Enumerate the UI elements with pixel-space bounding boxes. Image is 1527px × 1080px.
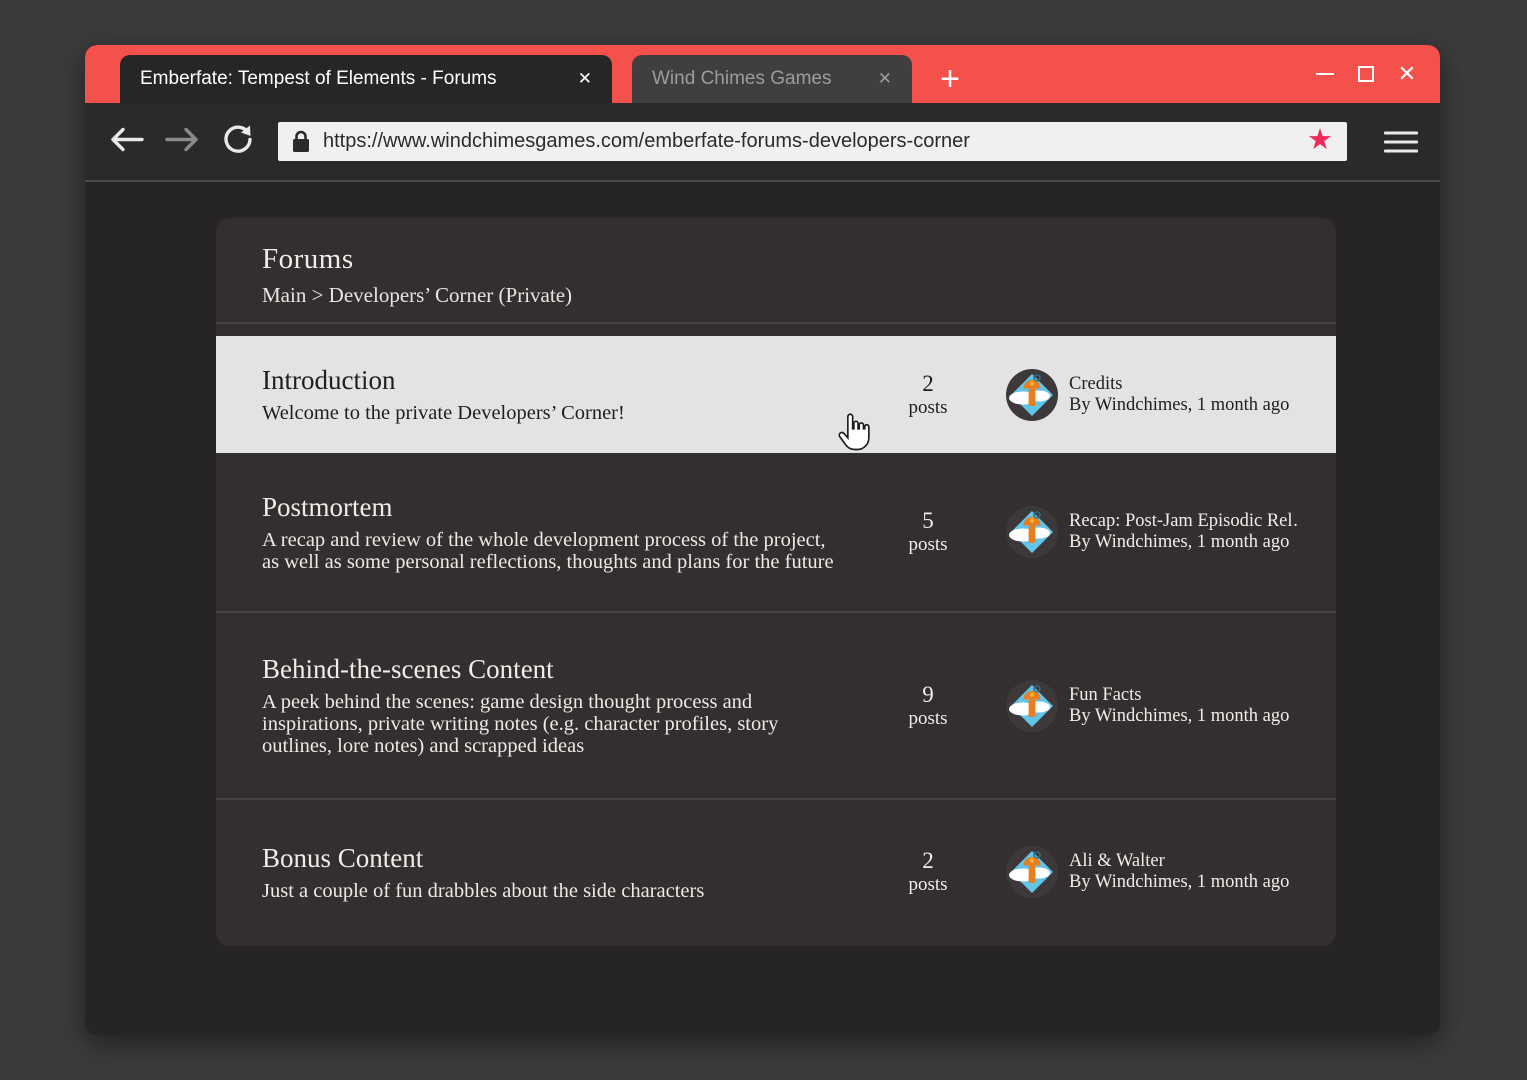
windchimes-avatar	[1006, 369, 1058, 421]
reload-icon	[221, 122, 255, 156]
latest-post[interactable]: Fun Facts By Windchimes, 1 month ago	[1006, 680, 1300, 732]
back-button[interactable]	[108, 126, 146, 157]
window-controls: ✕	[1310, 45, 1422, 103]
breadcrumb[interactable]: Main > Developers’ Corner (Private)	[262, 283, 1290, 308]
latest-post-byline: By Windchimes, 1 month ago	[1069, 872, 1289, 893]
latest-post-byline: By Windchimes, 1 month ago	[1069, 706, 1289, 727]
new-tab-button[interactable]: +	[930, 55, 970, 103]
lock-icon	[292, 130, 310, 153]
post-count-number: 9	[864, 682, 992, 708]
post-count: 2 posts	[864, 848, 992, 896]
latest-post-title[interactable]: Fun Facts	[1069, 685, 1289, 706]
forum-description: A peek behind the scenes: game design th…	[262, 691, 840, 757]
forums-card: Forums Main > Developers’ Corner (Privat…	[216, 218, 1336, 946]
maximize-icon	[1358, 66, 1374, 82]
tab-close-icon[interactable]: ✕	[878, 69, 892, 89]
latest-post-title[interactable]: Credits	[1069, 374, 1289, 395]
close-icon: ✕	[1398, 63, 1416, 85]
forums-header: Forums Main > Developers’ Corner (Privat…	[216, 218, 1336, 324]
latest-post-title[interactable]: Ali & Walter	[1069, 851, 1289, 872]
divider	[216, 324, 1336, 336]
windchimes-avatar	[1006, 680, 1058, 732]
browser-window: Emberfate: Tempest of Elements - Forums …	[85, 45, 1440, 1035]
maximize-button[interactable]	[1351, 59, 1381, 89]
forum-title[interactable]: Introduction	[262, 365, 840, 396]
tab-emberfate-forums[interactable]: Emberfate: Tempest of Elements - Forums …	[120, 55, 612, 103]
hamburger-icon	[1384, 149, 1418, 152]
post-count: 9 posts	[864, 682, 992, 730]
latest-post-byline: By Windchimes, 1 month ago	[1069, 532, 1300, 553]
post-count-label: posts	[864, 874, 992, 896]
latest-post[interactable]: Credits By Windchimes, 1 month ago	[1006, 369, 1300, 421]
url-text[interactable]: https://www.windchimesgames.com/emberfat…	[323, 130, 1294, 153]
forum-title[interactable]: Postmortem	[262, 492, 840, 523]
latest-post-title[interactable]: Recap: Post-Jam Episodic Rel…	[1069, 511, 1300, 532]
post-count-label: posts	[864, 708, 992, 730]
browser-navbar: https://www.windchimesgames.com/emberfat…	[85, 103, 1440, 182]
minimize-icon	[1316, 73, 1334, 75]
post-count-number: 5	[864, 508, 992, 534]
latest-post[interactable]: Ali & Walter By Windchimes, 1 month ago	[1006, 846, 1300, 898]
forum-row-postmortem[interactable]: Postmortem A recap and review of the who…	[216, 453, 1336, 611]
url-bar[interactable]: https://www.windchimesgames.com/emberfat…	[278, 122, 1347, 161]
latest-post-byline: By Windchimes, 1 month ago	[1069, 395, 1289, 416]
post-count-label: posts	[864, 534, 992, 556]
back-arrow-icon	[108, 126, 146, 152]
forum-title[interactable]: Behind-the-scenes Content	[262, 654, 840, 685]
tab-title: Emberfate: Tempest of Elements - Forums	[140, 68, 560, 90]
tab-wind-chimes-games[interactable]: Wind Chimes Games ✕	[632, 55, 912, 103]
latest-post[interactable]: Recap: Post-Jam Episodic Rel… By Windchi…	[1006, 506, 1300, 558]
forward-button[interactable]	[163, 126, 201, 157]
tab-title: Wind Chimes Games	[652, 68, 860, 90]
tab-close-icon[interactable]: ✕	[578, 69, 592, 89]
reload-button[interactable]	[221, 122, 255, 161]
hand-cursor	[836, 412, 872, 454]
post-count: 2 posts	[864, 371, 992, 419]
hamburger-icon	[1384, 131, 1418, 134]
forum-title[interactable]: Bonus Content	[262, 843, 840, 874]
windchimes-avatar	[1006, 846, 1058, 898]
forum-description: A recap and review of the whole developm…	[262, 529, 840, 573]
forward-arrow-icon	[163, 126, 201, 152]
forum-row-behind-the-scenes[interactable]: Behind-the-scenes Content A peek behind …	[216, 611, 1336, 798]
forum-description: Welcome to the private Developers’ Corne…	[262, 402, 840, 424]
bookmark-star-icon[interactable]: ★	[1307, 126, 1333, 158]
windchimes-avatar	[1006, 506, 1058, 558]
forum-description: Just a couple of fun drabbles about the …	[262, 880, 840, 902]
page-title: Forums	[262, 243, 1290, 276]
post-count-label: posts	[864, 397, 992, 419]
menu-button[interactable]	[1384, 131, 1418, 152]
forum-row-introduction[interactable]: Introduction Welcome to the private Deve…	[216, 336, 1336, 453]
post-count: 5 posts	[864, 508, 992, 556]
browser-titlebar: Emberfate: Tempest of Elements - Forums …	[85, 45, 1440, 103]
page-content: Forums Main > Developers’ Corner (Privat…	[85, 184, 1440, 1035]
minimize-button[interactable]	[1310, 59, 1340, 89]
post-count-number: 2	[864, 371, 992, 397]
hamburger-icon	[1384, 140, 1418, 143]
post-count-number: 2	[864, 848, 992, 874]
forum-row-bonus-content[interactable]: Bonus Content Just a couple of fun drabb…	[216, 798, 1336, 944]
close-window-button[interactable]: ✕	[1392, 59, 1422, 89]
